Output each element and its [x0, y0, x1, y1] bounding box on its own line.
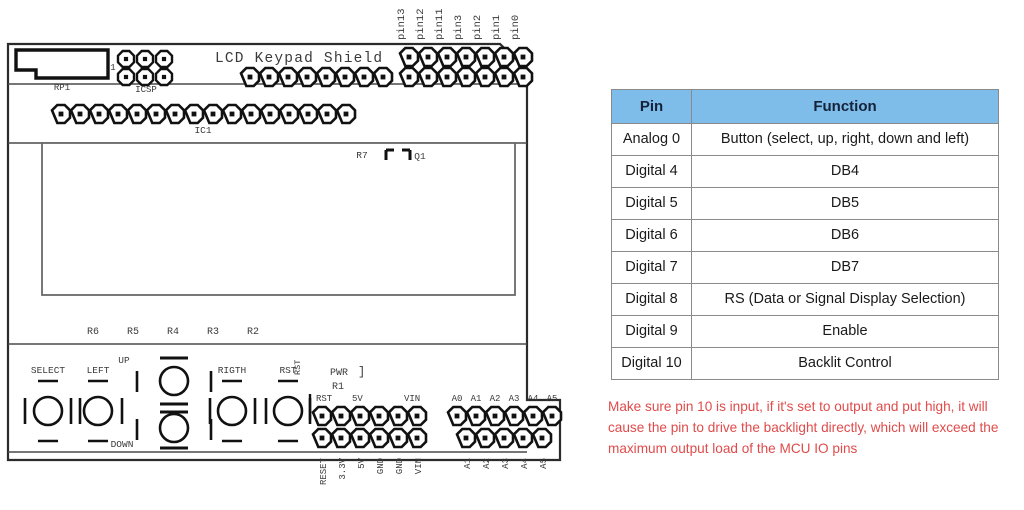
power-bottom-label-gnd2: GND [395, 458, 405, 474]
cell-pin: Digital 8 [611, 283, 692, 316]
ic1-label: IC1 [194, 125, 211, 136]
button-down-label: DOWN [111, 439, 134, 450]
table-row: Digital 7 DB7 [611, 251, 999, 284]
rp1-label: RP1 [54, 83, 70, 93]
warning-note: Make sure pin 10 is input, if it's set t… [608, 399, 999, 456]
cell-function: DB7 [691, 251, 999, 284]
analog-bottom-label-a4: A4 [520, 458, 530, 469]
pin-label-pin11: pin11 [434, 8, 446, 40]
table-header-row: Pin Function [611, 89, 999, 124]
cell-pin: Digital 9 [611, 315, 692, 348]
pin-label-pin2: pin2 [472, 15, 484, 40]
button-select-label: SELECT [31, 365, 66, 376]
resistor-label-r4: R4 [167, 327, 179, 338]
pin-function-table: Pin Function Analog 0 Button (select, up… [611, 89, 999, 380]
analog-bottom-label-a1: A1 [463, 458, 473, 469]
r7-label: R7 [356, 150, 367, 161]
table-row: Analog 0 Button (select, up, right, down… [611, 123, 999, 156]
cell-function: RS (Data or Signal Display Selection) [691, 283, 999, 316]
analog-top-label-a3: A3 [509, 394, 520, 404]
analog-top-label-a1: A1 [471, 394, 482, 404]
digital-header-bottom-row [239, 66, 534, 88]
analog-bottom-label-a2: A2 [482, 458, 492, 469]
pin-label-pin3: pin3 [453, 15, 465, 40]
pwr-label: PWR [330, 368, 348, 379]
icsp-header [116, 49, 174, 87]
cell-function: Enable [691, 315, 999, 348]
table-row: Digital 9 Enable [611, 315, 999, 348]
table-row: Digital 5 DB5 [611, 187, 999, 220]
table-row: Digital 4 DB4 [611, 155, 999, 188]
lcd-display-area [41, 142, 516, 296]
rp1-pin1-marker: 1 [110, 63, 115, 73]
power-bottom-label-vin: VIN [414, 458, 424, 474]
analog-bottom-label-a5: A5 [539, 458, 549, 469]
cell-pin: Digital 10 [611, 347, 692, 380]
power-bottom-label-3v3: 3.3V [338, 457, 348, 479]
table-row: Digital 10 Backlit Control [611, 347, 999, 380]
q1-label: Q1 [414, 151, 426, 162]
r1-label: R1 [332, 382, 344, 393]
cell-pin: Digital 5 [611, 187, 692, 220]
power-bottom-label-reset: RESET [319, 457, 329, 485]
button-rigth-label: RIGTH [218, 365, 247, 376]
pin-label-pin0: pin0 [510, 15, 522, 40]
cell-pin: Digital 6 [611, 219, 692, 252]
analog-top-label-a4: A4 [528, 394, 539, 404]
resistor-label-r6: R6 [87, 327, 99, 338]
analog-bottom-label-a3: A3 [501, 458, 511, 469]
cell-function: DB5 [691, 187, 999, 220]
power-rst-small-label: RST [293, 360, 303, 375]
power-bottom-label-gnd1: GND [376, 458, 386, 474]
bracket-marker: ] [358, 365, 365, 379]
pin-label-pin12: pin12 [415, 8, 427, 40]
resistor-label-r3: R3 [207, 327, 219, 338]
power-top-label-rst: RST [316, 394, 333, 404]
board-title: LCD Keypad Shield [215, 51, 383, 67]
power-top-label-5v: 5V [352, 394, 363, 404]
icsp-label: ICSP [135, 85, 157, 95]
power-header-bottom-labels: RESET 3.3V 5V GND GND VIN [319, 457, 424, 485]
resistor-label-r5: R5 [127, 327, 139, 338]
analog-top-label-a5: A5 [547, 394, 558, 404]
column-header-pin: Pin [611, 89, 692, 124]
cell-function: Button (select, up, right, down and left… [691, 123, 999, 156]
pin-label-pin13: pin13 [396, 8, 408, 40]
cell-function: DB4 [691, 155, 999, 188]
button-left-label: LEFT [87, 365, 110, 376]
power-bottom-label-5v: 5V [357, 457, 367, 468]
table-row: Digital 8 RS (Data or Signal Display Sel… [611, 283, 999, 316]
cell-pin: Analog 0 [611, 123, 692, 156]
table-row: Digital 6 DB6 [611, 219, 999, 252]
button-up-label: UP [118, 355, 130, 366]
resistor-label-r2: R2 [247, 327, 259, 338]
power-top-label-vin: VIN [404, 394, 420, 404]
cell-function: DB6 [691, 219, 999, 252]
lcd-keypad-shield-diagram: RP1 1 ICSP LCD Keypad Shield pin13 pin12… [0, 0, 600, 510]
pin-label-pin1: pin1 [491, 15, 503, 40]
analog-top-label-a2: A2 [490, 394, 501, 404]
column-header-function: Function [691, 89, 999, 124]
cell-function: Backlit Control [691, 347, 999, 380]
cell-pin: Digital 4 [611, 155, 692, 188]
cell-pin: Digital 7 [611, 251, 692, 284]
digital-pin-labels: pin13 pin12 pin11 pin3 pin2 pin1 pin0 [396, 8, 522, 40]
analog-top-label-a0: A0 [452, 394, 463, 404]
